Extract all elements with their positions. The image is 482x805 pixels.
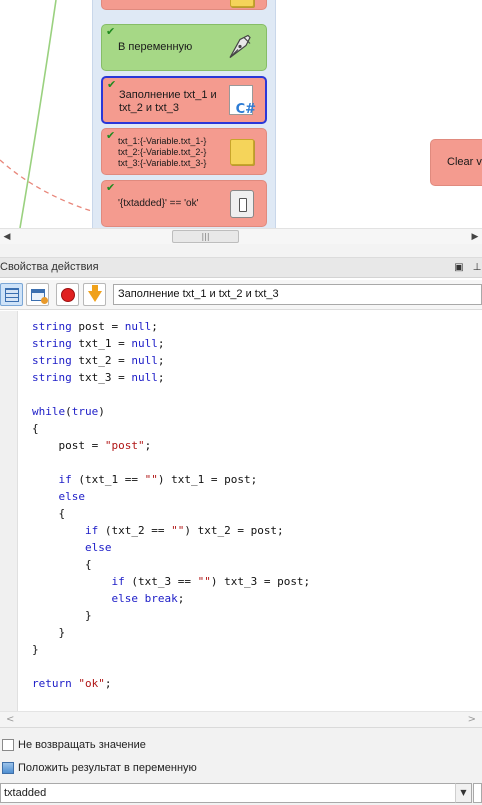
code-line[interactable]: { [32,556,310,573]
code-line[interactable] [32,454,310,471]
pin-icon[interactable]: ⊥ [471,262,482,274]
code-line[interactable]: else break; [32,590,310,607]
no-return-label: Не возвращать значение [18,739,146,751]
switch-icon [230,189,254,218]
code-line[interactable]: if (txt_2 == "") txt_2 = post; [32,522,310,539]
scroll-right-icon[interactable]: > [468,714,476,725]
window-settings-icon [30,288,48,304]
project-canvas[interactable]: ✔ В переменную ✔ Заполнение txt_1 и txt_… [0,0,482,228]
stop-button[interactable] [56,283,79,306]
code-line[interactable]: else [32,539,310,556]
code-line[interactable]: string txt_1 = null; [32,335,310,352]
code-line[interactable]: return "ok"; [32,675,310,692]
action-block-fill-txt[interactable]: ✔ Заполнение txt_1 и txt_2 и txt_3 C# [101,76,267,124]
properties-toolbar: Заполнение txt_1 и txt_2 и txt_3 [0,280,482,310]
action-block-label: Заполнение txt_1 и txt_2 и txt_3 [119,89,217,114]
action-block-label: Clear v [447,156,482,168]
code-line[interactable]: { [32,505,310,522]
sticky-note-icon [230,138,254,165]
code-line[interactable]: string txt_3 = null; [32,369,310,386]
put-result-checkbox[interactable] [2,762,14,774]
scroll-right-icon[interactable]: ▶ [469,231,481,243]
check-icon: ✔ [106,25,116,38]
action-block-clear[interactable]: Clear v [430,139,482,186]
canvas-horizontal-scrollbar[interactable]: ◀ ||| ▶ [0,228,482,244]
grid-view-button[interactable] [0,283,23,306]
code-line[interactable]: else [32,488,310,505]
maximize-icon[interactable]: ▣ [453,262,465,274]
pen-nib-icon [226,31,254,64]
no-return-option[interactable]: Не возвращать значение [2,737,146,753]
put-result-option[interactable]: Положить результат в переменную [2,760,197,776]
put-result-label: Положить результат в переменную [18,762,197,774]
download-button[interactable] [83,283,106,306]
stop-icon [60,287,75,302]
check-icon: ✔ [107,78,117,91]
action-block-label: txt_1:{-Variable.txt_1-} txt_2:{-Variabl… [118,136,207,168]
result-variable-extra[interactable] [473,783,482,803]
action-properties-header: Свойства действия ▣ ⊥ [0,258,482,278]
csharp-file-icon: C# [229,85,256,117]
sticky-note-icon [230,0,254,7]
chevron-down-icon[interactable]: ▼ [455,783,472,803]
code-line[interactable]: } [32,641,310,658]
no-return-checkbox[interactable] [2,739,14,751]
code-line[interactable]: post = "post"; [32,437,310,454]
action-block-txt-list[interactable]: ✔ txt_1:{-Variable.txt_1-} txt_2:{-Varia… [101,128,267,175]
code-line[interactable]: if (txt_1 == "") txt_1 = post; [32,471,310,488]
action-block-condition[interactable]: ✔ '{txtadded}' == 'ok' [101,180,267,227]
scrollbar-thumb[interactable]: ||| [172,230,239,243]
action-name-field[interactable]: Заполнение txt_1 и txt_2 и txt_3 [113,284,482,305]
action-block-label: В переменную [118,41,193,53]
window-settings-button[interactable] [26,283,49,306]
code-editor[interactable]: string post = null; string txt_1 = null; s… [0,311,482,711]
code-line[interactable] [32,386,310,403]
action-block-label: '{txtadded}' == 'ok' [118,198,199,209]
grid-view-icon [4,287,19,302]
code-line[interactable]: string post = null; [32,318,310,335]
scroll-left-icon[interactable]: ◀ [1,231,13,243]
result-variable-select[interactable]: txtadded [0,783,472,803]
panel-splitter[interactable] [0,244,482,258]
action-block-partial[interactable] [101,0,267,10]
panel-title: Свойства действия [0,261,99,273]
check-icon: ✔ [106,181,116,194]
download-arrow-icon [87,285,102,302]
code-line[interactable]: } [32,624,310,641]
code-text[interactable]: string post = null; string txt_1 = null; s… [32,318,310,692]
code-line[interactable]: if (txt_3 == "") txt_3 = post; [32,573,310,590]
scroll-left-icon[interactable]: < [6,714,14,725]
code-line[interactable] [32,658,310,675]
code-line[interactable]: { [32,420,310,437]
editor-gutter [0,311,18,711]
check-icon: ✔ [106,129,116,142]
action-block-to-variable[interactable]: ✔ В переменную [101,24,267,71]
result-options: Не возвращать значение Положить результа… [0,727,482,805]
editor-horizontal-scrollbar[interactable]: < > [0,711,482,727]
code-line[interactable]: } [32,607,310,624]
code-line[interactable]: while(true) [32,403,310,420]
code-line[interactable]: string txt_2 = null; [32,352,310,369]
